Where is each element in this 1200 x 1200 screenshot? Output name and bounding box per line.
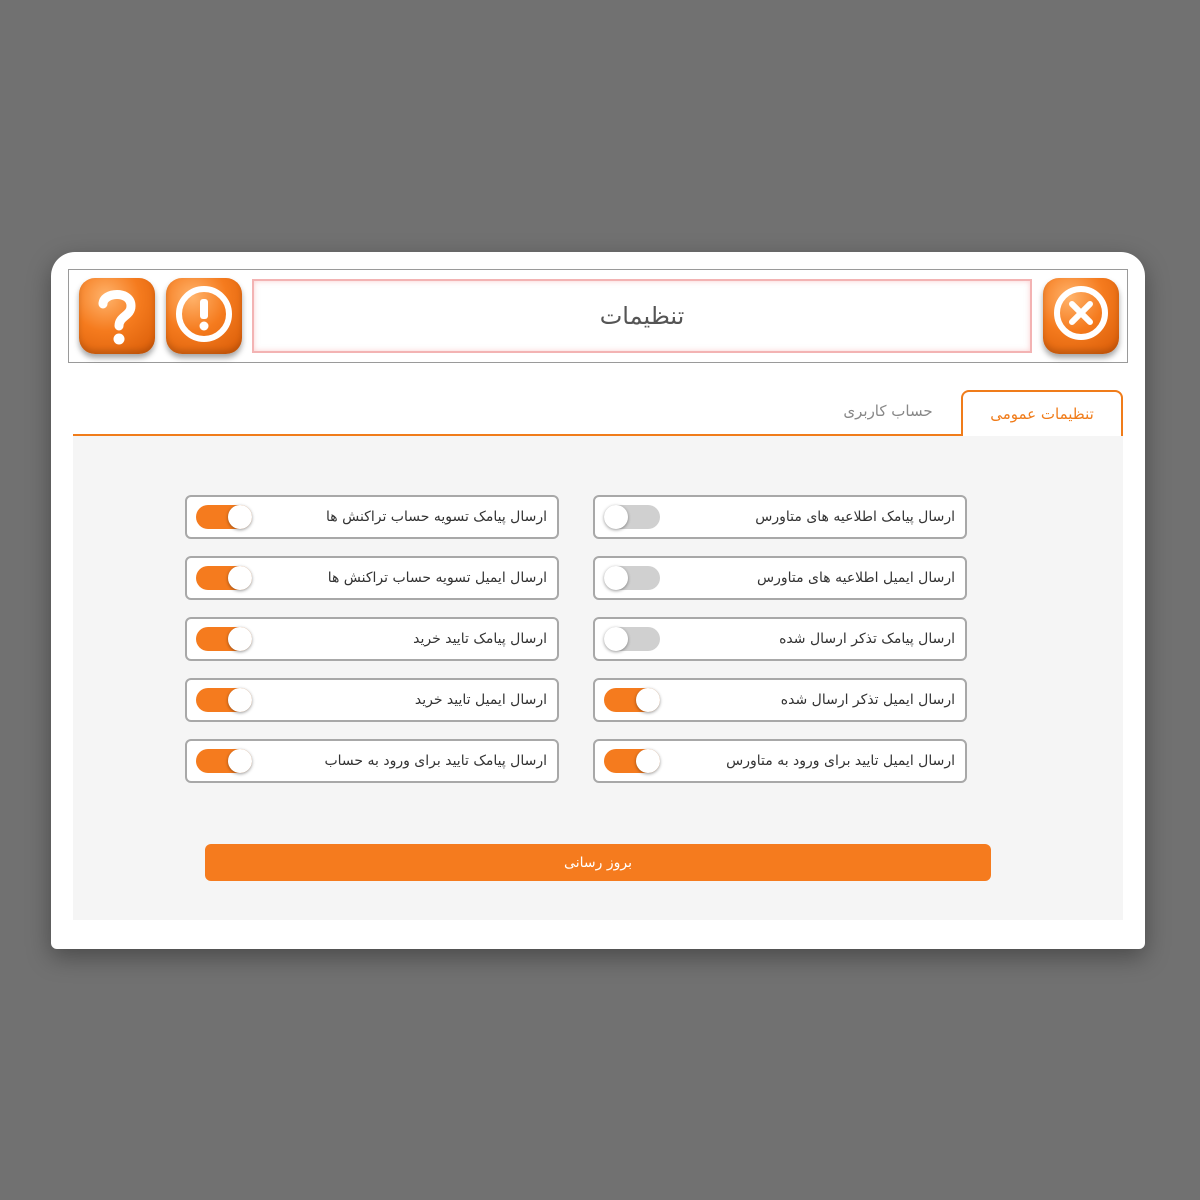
setting-row: ارسال ایمیل تسویه حساب تراکنش ها <box>185 556 559 600</box>
toggle-knob <box>228 688 252 712</box>
alert-button[interactable] <box>166 278 242 354</box>
setting-label: ارسال ایمیل تذکر ارسال شده <box>780 692 955 708</box>
toggle-knob <box>636 749 660 773</box>
setting-row: ارسال پیامک اطلاعیه های متاورس <box>593 495 967 539</box>
toggle-switch[interactable] <box>604 749 660 773</box>
tab-general-settings[interactable]: تنظیمات عمومی <box>961 390 1123 436</box>
toggle-knob <box>228 505 252 529</box>
toggle-knob <box>604 505 628 529</box>
toggle-knob <box>604 566 628 590</box>
toggle-switch[interactable] <box>604 566 660 590</box>
toggle-knob <box>636 688 660 712</box>
setting-row: ارسال پیامک تایید خرید <box>185 617 559 661</box>
setting-label: ارسال پیامک تایید برای ورود به حساب <box>324 753 547 769</box>
toggle-knob <box>604 627 628 651</box>
close-button[interactable] <box>1043 278 1119 354</box>
window-title: تنظیمات <box>252 279 1032 353</box>
setting-label: ارسال ایمیل تسویه حساب تراکنش ها <box>327 570 547 586</box>
setting-label: ارسال پیامک تسویه حساب تراکنش ها <box>326 509 547 525</box>
toggle-knob <box>228 627 252 651</box>
settings-window: تنظیمات تنظیمات عمومی حساب کاربری ارسال … <box>51 252 1145 949</box>
tab-bar: تنظیمات عمومی حساب کاربری <box>73 390 1123 436</box>
setting-label: ارسال پیامک تایید خرید <box>413 631 547 647</box>
toggle-knob <box>228 749 252 773</box>
setting-label: ارسال پیامک تذکر ارسال شده <box>779 631 955 647</box>
setting-row: ارسال ایمیل اطلاعیه های متاورس <box>593 556 967 600</box>
setting-row: ارسال ایمیل تایید برای ورود به متاورس <box>593 739 967 783</box>
setting-label: ارسال ایمیل اطلاعیه های متاورس <box>756 570 955 586</box>
setting-row: ارسال پیامک تسویه حساب تراکنش ها <box>185 495 559 539</box>
toggle-switch[interactable] <box>196 688 252 712</box>
setting-row: ارسال پیامک تایید برای ورود به حساب <box>185 739 559 783</box>
toggle-switch[interactable] <box>196 627 252 651</box>
toggle-knob <box>228 566 252 590</box>
setting-row: ارسال ایمیل تذکر ارسال شده <box>593 678 967 722</box>
toggle-switch[interactable] <box>196 505 252 529</box>
toggle-switch[interactable] <box>604 627 660 651</box>
setting-label: ارسال ایمیل تایید خرید <box>414 692 547 708</box>
setting-row: ارسال پیامک تذکر ارسال شده <box>593 617 967 661</box>
setting-label: ارسال ایمیل تایید برای ورود به متاورس <box>726 753 955 769</box>
setting-label: ارسال پیامک اطلاعیه های متاورس <box>755 509 955 525</box>
toggle-switch[interactable] <box>604 688 660 712</box>
update-button[interactable]: بروز رسانی <box>205 844 991 881</box>
toggle-switch[interactable] <box>196 749 252 773</box>
title-bar: تنظیمات <box>68 269 1128 363</box>
exclamation-icon <box>176 286 232 342</box>
setting-row: ارسال ایمیل تایید خرید <box>185 678 559 722</box>
tab-user-account[interactable]: حساب کاربری <box>823 390 953 432</box>
toggle-switch[interactable] <box>604 505 660 529</box>
toggle-switch[interactable] <box>196 566 252 590</box>
help-button[interactable] <box>79 278 155 354</box>
close-icon <box>1054 286 1108 340</box>
question-icon <box>98 290 136 345</box>
